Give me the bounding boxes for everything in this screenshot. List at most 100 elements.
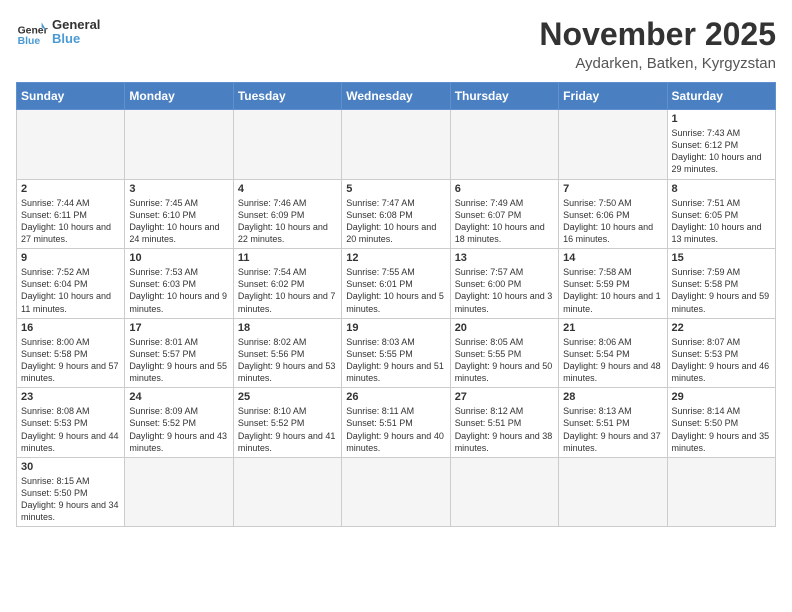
day-info: Sunrise: 7:47 AM Sunset: 6:08 PM Dayligh… xyxy=(346,197,445,246)
logo-general-text: General xyxy=(52,18,100,32)
day-number: 30 xyxy=(21,461,120,473)
day-number: 15 xyxy=(672,252,771,264)
day-number: 8 xyxy=(672,183,771,195)
day-number: 27 xyxy=(455,391,554,403)
calendar-cell xyxy=(342,457,450,527)
day-number: 1 xyxy=(672,113,771,125)
calendar-cell: 1 Sunrise: 7:43 AM Sunset: 6:12 PM Daylig… xyxy=(667,110,775,180)
calendar-week-5: 23 Sunrise: 8:08 AM Sunset: 5:53 PM Dayli… xyxy=(17,388,776,458)
day-number: 13 xyxy=(455,252,554,264)
calendar-cell: 29 Sunrise: 8:14 AM Sunset: 5:50 PM Dayli… xyxy=(667,388,775,458)
calendar: SundayMondayTuesdayWednesdayThursdayFrid… xyxy=(16,82,776,527)
calendar-cell xyxy=(17,110,125,180)
day-number: 18 xyxy=(238,322,337,334)
day-info: Sunrise: 8:11 AM Sunset: 5:51 PM Dayligh… xyxy=(346,405,445,454)
weekday-header-tuesday: Tuesday xyxy=(233,83,341,110)
calendar-cell: 26Sunrise: 8:11 AM Sunset: 5:51 PM Dayli… xyxy=(342,388,450,458)
calendar-cell: 25Sunrise: 8:10 AM Sunset: 5:52 PM Dayli… xyxy=(233,388,341,458)
calendar-cell: 30 Sunrise: 8:15 AM Sunset: 5:50 PM Dayli… xyxy=(17,457,125,527)
calendar-cell: 9 Sunrise: 7:52 AM Sunset: 6:04 PM Daylig… xyxy=(17,249,125,319)
calendar-cell: 16Sunrise: 8:00 AM Sunset: 5:58 PM Dayli… xyxy=(17,318,125,388)
day-number: 17 xyxy=(129,322,228,334)
day-info: Sunrise: 8:00 AM Sunset: 5:58 PM Dayligh… xyxy=(21,336,120,385)
day-info: Sunrise: 7:51 AM Sunset: 6:05 PM Dayligh… xyxy=(672,197,771,246)
calendar-cell xyxy=(125,110,233,180)
day-info: Sunrise: 8:05 AM Sunset: 5:55 PM Dayligh… xyxy=(455,336,554,385)
day-number: 2 xyxy=(21,183,120,195)
day-info: Sunrise: 8:03 AM Sunset: 5:55 PM Dayligh… xyxy=(346,336,445,385)
calendar-cell: 27 Sunrise: 8:12 AM Sunset: 5:51 PM Dayli… xyxy=(450,388,558,458)
day-info: Sunrise: 7:57 AM Sunset: 6:00 PM Dayligh… xyxy=(455,266,554,315)
calendar-cell: 3 Sunrise: 7:45 AM Sunset: 6:10 PM Daylig… xyxy=(125,179,233,249)
day-info: Sunrise: 8:12 AM Sunset: 5:51 PM Dayligh… xyxy=(455,405,554,454)
day-number: 3 xyxy=(129,183,228,195)
day-number: 28 xyxy=(563,391,662,403)
day-info: Sunrise: 8:07 AM Sunset: 5:53 PM Dayligh… xyxy=(672,336,771,385)
day-number: 23 xyxy=(21,391,120,403)
calendar-cell: 6Sunrise: 7:49 AM Sunset: 6:07 PM Daylig… xyxy=(450,179,558,249)
calendar-cell: 5 Sunrise: 7:47 AM Sunset: 6:08 PM Daylig… xyxy=(342,179,450,249)
calendar-week-6: 30 Sunrise: 8:15 AM Sunset: 5:50 PM Dayli… xyxy=(17,457,776,527)
day-info: Sunrise: 7:50 AM Sunset: 6:06 PM Dayligh… xyxy=(563,197,662,246)
calendar-cell: 21 Sunrise: 8:06 AM Sunset: 5:54 PM Dayli… xyxy=(559,318,667,388)
calendar-cell: 11 Sunrise: 7:54 AM Sunset: 6:02 PM Dayli… xyxy=(233,249,341,319)
weekday-header-saturday: Saturday xyxy=(667,83,775,110)
calendar-cell: 14 Sunrise: 7:58 AM Sunset: 5:59 PM Dayli… xyxy=(559,249,667,319)
calendar-cell: 8 Sunrise: 7:51 AM Sunset: 6:05 PM Daylig… xyxy=(667,179,775,249)
day-info: Sunrise: 8:09 AM Sunset: 5:52 PM Dayligh… xyxy=(129,405,228,454)
calendar-cell xyxy=(233,457,341,527)
svg-text:Blue: Blue xyxy=(18,36,41,47)
weekday-header-row: SundayMondayTuesdayWednesdayThursdayFrid… xyxy=(17,83,776,110)
calendar-cell xyxy=(342,110,450,180)
calendar-cell xyxy=(233,110,341,180)
calendar-cell: 24 Sunrise: 8:09 AM Sunset: 5:52 PM Dayli… xyxy=(125,388,233,458)
day-info: Sunrise: 8:10 AM Sunset: 5:52 PM Dayligh… xyxy=(238,405,337,454)
calendar-cell: 19 Sunrise: 8:03 AM Sunset: 5:55 PM Dayli… xyxy=(342,318,450,388)
location-title: Aydarken, Batken, Kyrgyzstan xyxy=(539,55,776,72)
day-number: 29 xyxy=(672,391,771,403)
day-info: Sunrise: 7:55 AM Sunset: 6:01 PM Dayligh… xyxy=(346,266,445,315)
day-info: Sunrise: 8:08 AM Sunset: 5:53 PM Dayligh… xyxy=(21,405,120,454)
calendar-week-4: 16Sunrise: 8:00 AM Sunset: 5:58 PM Dayli… xyxy=(17,318,776,388)
calendar-cell: 23 Sunrise: 8:08 AM Sunset: 5:53 PM Dayli… xyxy=(17,388,125,458)
day-number: 12 xyxy=(346,252,445,264)
calendar-cell: 12 Sunrise: 7:55 AM Sunset: 6:01 PM Dayli… xyxy=(342,249,450,319)
day-number: 19 xyxy=(346,322,445,334)
calendar-cell xyxy=(450,457,558,527)
day-info: Sunrise: 7:54 AM Sunset: 6:02 PM Dayligh… xyxy=(238,266,337,315)
day-info: Sunrise: 8:06 AM Sunset: 5:54 PM Dayligh… xyxy=(563,336,662,385)
day-info: Sunrise: 7:58 AM Sunset: 5:59 PM Dayligh… xyxy=(563,266,662,315)
calendar-cell xyxy=(125,457,233,527)
day-number: 5 xyxy=(346,183,445,195)
day-info: Sunrise: 7:53 AM Sunset: 6:03 PM Dayligh… xyxy=(129,266,228,315)
day-info: Sunrise: 7:46 AM Sunset: 6:09 PM Dayligh… xyxy=(238,197,337,246)
day-info: Sunrise: 7:43 AM Sunset: 6:12 PM Dayligh… xyxy=(672,127,771,176)
weekday-header-thursday: Thursday xyxy=(450,83,558,110)
day-number: 11 xyxy=(238,252,337,264)
day-number: 6 xyxy=(455,183,554,195)
day-info: Sunrise: 7:45 AM Sunset: 6:10 PM Dayligh… xyxy=(129,197,228,246)
calendar-cell xyxy=(667,457,775,527)
day-number: 24 xyxy=(129,391,228,403)
day-info: Sunrise: 7:52 AM Sunset: 6:04 PM Dayligh… xyxy=(21,266,120,315)
day-number: 21 xyxy=(563,322,662,334)
day-info: Sunrise: 7:59 AM Sunset: 5:58 PM Dayligh… xyxy=(672,266,771,315)
calendar-week-1: 1 Sunrise: 7:43 AM Sunset: 6:12 PM Daylig… xyxy=(17,110,776,180)
day-number: 9 xyxy=(21,252,120,264)
calendar-cell xyxy=(559,110,667,180)
logo-icon: General Blue xyxy=(16,16,48,48)
day-info: Sunrise: 8:13 AM Sunset: 5:51 PM Dayligh… xyxy=(563,405,662,454)
day-info: Sunrise: 8:14 AM Sunset: 5:50 PM Dayligh… xyxy=(672,405,771,454)
page-header: General Blue General Blue November 2025 … xyxy=(16,16,776,72)
day-info: Sunrise: 8:15 AM Sunset: 5:50 PM Dayligh… xyxy=(21,475,120,524)
calendar-cell: 17Sunrise: 8:01 AM Sunset: 5:57 PM Dayli… xyxy=(125,318,233,388)
calendar-cell xyxy=(559,457,667,527)
day-number: 14 xyxy=(563,252,662,264)
calendar-cell: 10Sunrise: 7:53 AM Sunset: 6:03 PM Dayli… xyxy=(125,249,233,319)
day-info: Sunrise: 7:44 AM Sunset: 6:11 PM Dayligh… xyxy=(21,197,120,246)
weekday-header-sunday: Sunday xyxy=(17,83,125,110)
calendar-cell: 28 Sunrise: 8:13 AM Sunset: 5:51 PM Dayli… xyxy=(559,388,667,458)
calendar-week-3: 9 Sunrise: 7:52 AM Sunset: 6:04 PM Daylig… xyxy=(17,249,776,319)
weekday-header-wednesday: Wednesday xyxy=(342,83,450,110)
day-number: 22 xyxy=(672,322,771,334)
